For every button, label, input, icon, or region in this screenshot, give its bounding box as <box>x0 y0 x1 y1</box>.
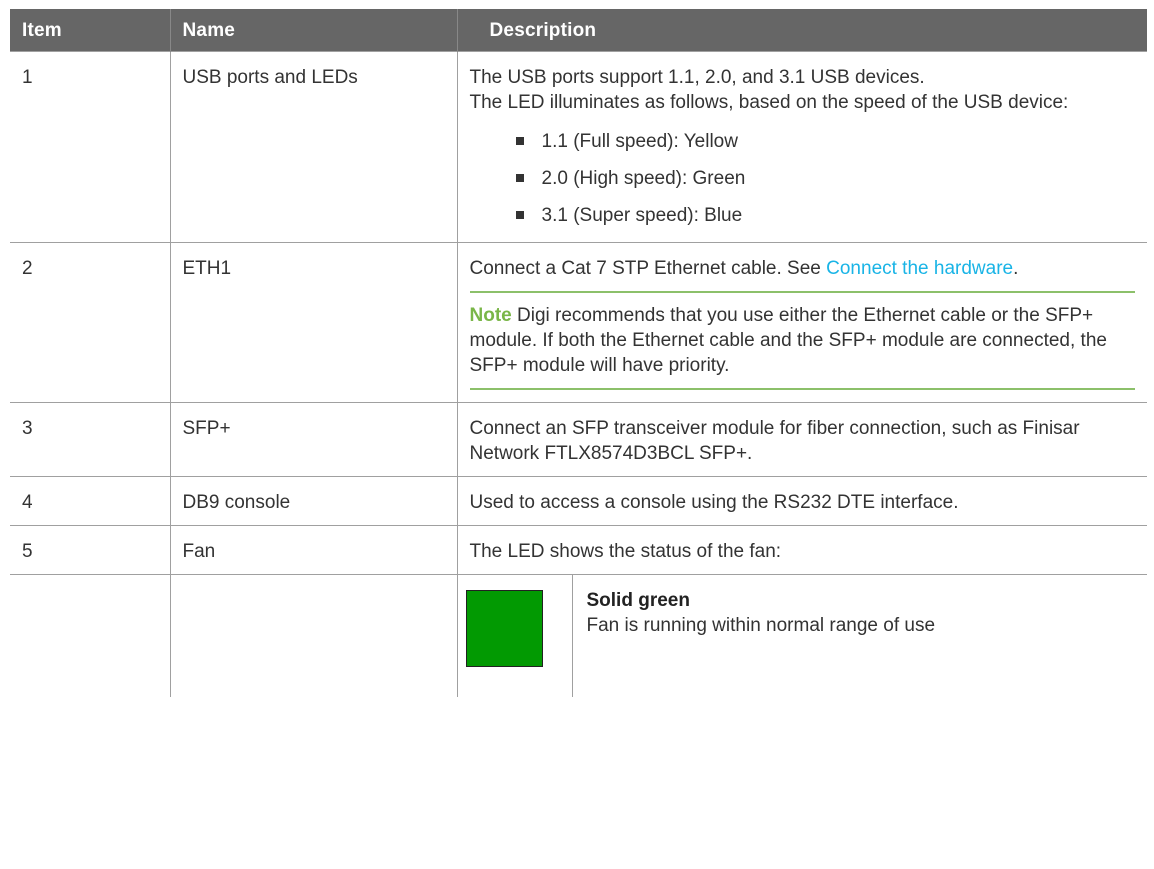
table-row: 5 Fan The LED shows the status of the fa… <box>10 525 1147 575</box>
note-body: Digi recommends that you use either the … <box>469 305 1107 376</box>
header-item: Item <box>10 9 170 52</box>
description-line: The USB ports support 1.1, 2.0, and 3.1 … <box>469 67 925 88</box>
table-header-row: Item Name Description <box>10 9 1147 52</box>
description-cell: The LED shows the status of the fan: <box>456 525 1147 575</box>
bullet-list: 1.1 (Full speed): Yellow 2.0 (High speed… <box>470 129 1136 228</box>
name-cell-empty <box>169 574 457 697</box>
description-line: The LED illuminates as follows, based on… <box>469 92 1069 113</box>
list-item: 3.1 (Super speed): Blue <box>515 203 1136 228</box>
bullet-icon <box>515 211 524 219</box>
list-item: 2.0 (High speed): Green <box>515 166 1136 191</box>
document-page: Item Name Description 1 USB ports and LE… <box>0 0 1154 869</box>
led-status-text: Fan is running within normal range of us… <box>586 615 936 636</box>
item-cell: 2 <box>10 242 170 403</box>
item-cell: 3 <box>10 402 170 477</box>
list-item-text: 3.1 (Super speed): Blue <box>541 205 743 226</box>
hardware-table: Item Name Description 1 USB ports and LE… <box>10 9 1147 697</box>
name-cell: DB9 console <box>169 476 457 526</box>
description-text: Connect a Cat 7 STP Ethernet cable. See <box>469 258 827 279</box>
led-status-title: Solid green <box>586 590 690 611</box>
list-item: 1.1 (Full speed): Yellow <box>515 129 1136 154</box>
description-cell: Used to access a console using the RS232… <box>456 476 1147 526</box>
table-row: 2 ETH1 Connect a Cat 7 STP Ethernet cabl… <box>10 242 1147 403</box>
led-status-block: Solid green Fan is running within normal… <box>458 575 1148 697</box>
led-description-cell: Solid green Fan is running within normal… <box>456 574 1148 697</box>
bullet-icon <box>515 137 524 145</box>
header-description: Description <box>456 9 1147 52</box>
item-cell: 1 <box>10 51 170 243</box>
name-cell: ETH1 <box>169 242 457 403</box>
description-cell: Connect an SFP transceiver module for fi… <box>456 402 1147 477</box>
led-text-cell: Solid green Fan is running within normal… <box>573 575 948 697</box>
item-cell: 4 <box>10 476 170 526</box>
name-cell: SFP+ <box>169 402 457 477</box>
led-row: Solid green Fan is running within normal… <box>10 574 1148 697</box>
note-label: Note <box>469 305 512 326</box>
description-line: Connect a Cat 7 STP Ethernet cable. See … <box>470 256 1136 281</box>
note-box: Note Digi recommends that you use either… <box>469 291 1136 390</box>
bullet-icon <box>515 174 524 182</box>
description-cell: Connect a Cat 7 STP Ethernet cable. See … <box>456 242 1147 403</box>
item-cell: 5 <box>10 525 170 575</box>
led-green-swatch <box>465 590 543 667</box>
list-item-text: 2.0 (High speed): Green <box>541 168 746 189</box>
description-text-end: . <box>1013 258 1019 279</box>
name-cell: USB ports and LEDs <box>169 51 457 243</box>
item-cell-empty <box>10 574 170 697</box>
table-row: 1 USB ports and LEDs The USB ports suppo… <box>10 51 1147 243</box>
description-cell: The USB ports support 1.1, 2.0, and 3.1 … <box>456 51 1147 243</box>
note-text: Note Digi recommends that you use either… <box>470 303 1136 378</box>
name-cell: Fan <box>169 525 457 575</box>
table-row: 4 DB9 console Used to access a console u… <box>10 476 1147 526</box>
list-item-text: 1.1 (Full speed): Yellow <box>541 131 738 152</box>
table-row: 3 SFP+ Connect an SFP transceiver module… <box>10 402 1147 477</box>
header-name: Name <box>169 9 457 52</box>
connect-hardware-link[interactable]: Connect the hardware <box>826 258 1013 279</box>
led-swatch-cell <box>458 575 573 697</box>
